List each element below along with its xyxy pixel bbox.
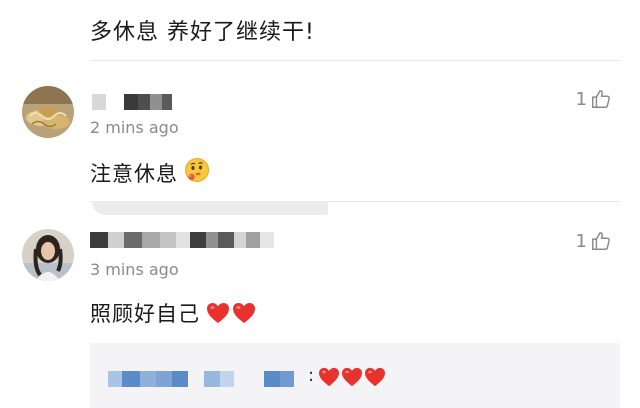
red-heart-emoji bbox=[318, 367, 386, 387]
reply-preview[interactable]: : bbox=[90, 343, 620, 408]
comment-text: 注意休息 bbox=[90, 157, 210, 188]
comment-timestamp: 3 mins ago bbox=[90, 260, 179, 279]
username-redacted[interactable] bbox=[90, 232, 280, 248]
avatar[interactable] bbox=[22, 86, 74, 138]
like-count: 1 bbox=[575, 230, 587, 252]
avatar[interactable] bbox=[22, 229, 74, 281]
thinking-face-emoji bbox=[184, 157, 210, 188]
thumbs-up-icon bbox=[590, 230, 612, 252]
username-redacted[interactable] bbox=[90, 94, 180, 110]
comment-timestamp: 2 mins ago bbox=[90, 118, 179, 137]
like-button[interactable]: 1 bbox=[576, 88, 612, 110]
comment-text-previous: 多休息 养好了继续干! bbox=[90, 20, 315, 45]
reply-author-redacted[interactable] bbox=[108, 371, 294, 387]
scroll-shade bbox=[92, 201, 328, 215]
red-heart-emoji bbox=[206, 302, 256, 324]
like-button[interactable]: 1 bbox=[576, 230, 612, 252]
like-count: 1 bbox=[575, 88, 587, 110]
thumbs-up-icon bbox=[590, 88, 612, 110]
reply-separator: : bbox=[308, 365, 315, 386]
comment-text: 照顾好自己 bbox=[90, 298, 256, 328]
divider bbox=[90, 60, 620, 61]
